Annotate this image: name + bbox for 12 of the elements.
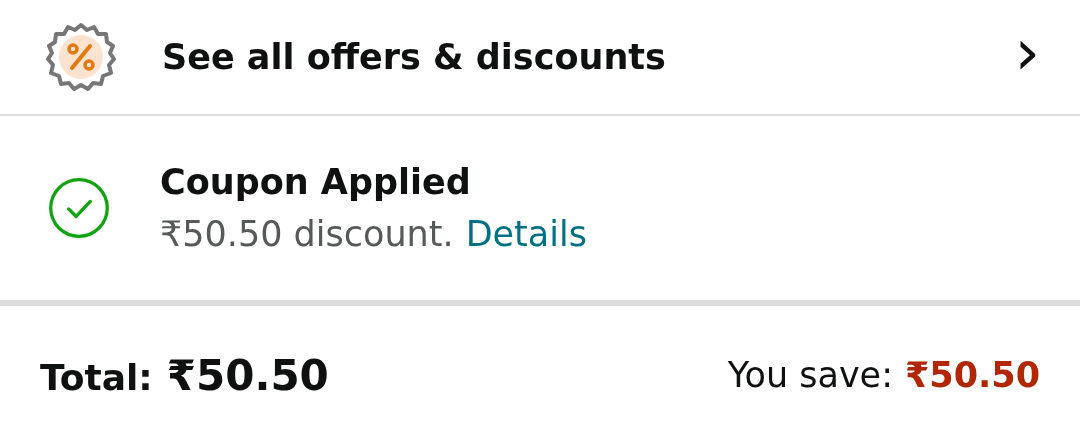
offers-label: See all offers & discounts (162, 37, 667, 77)
coupon-title: Coupon Applied (160, 162, 472, 202)
total-label: Total: (40, 356, 153, 398)
details-link[interactable]: Details (465, 214, 587, 254)
savings-amount: ₹50.50 (904, 355, 1040, 395)
check-circle-icon (46, 175, 112, 241)
savings-label: You save: (727, 355, 893, 395)
chevron-icon: › (1014, 20, 1040, 84)
discount-text: ₹50.50 discount. (160, 214, 454, 254)
offers-row[interactable]: See all offers & discounts › (0, 0, 1080, 116)
total-amount: ₹50.50 (166, 350, 329, 400)
discount-badge-icon (46, 22, 116, 92)
